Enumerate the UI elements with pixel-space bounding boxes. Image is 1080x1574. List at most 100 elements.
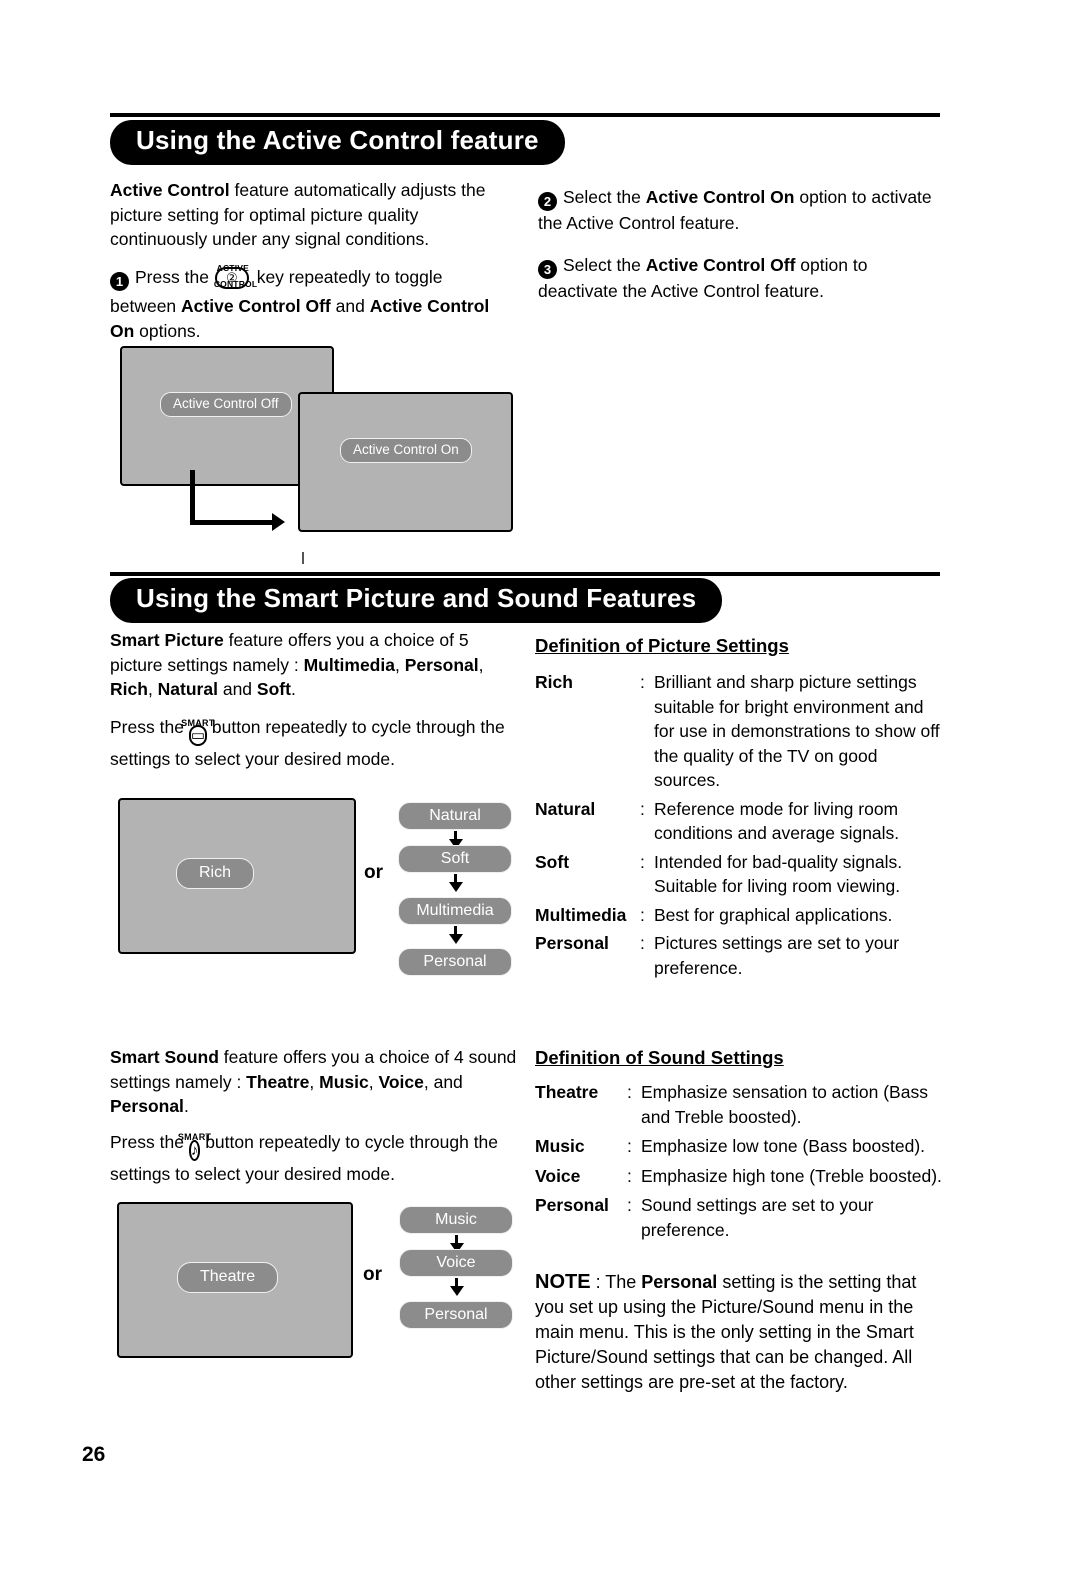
osd-smart-picture-rich: Rich — [176, 858, 255, 889]
sound-chip-arrow-1 — [449, 1235, 464, 1253]
arrow-horizontal — [190, 520, 275, 525]
chip-voice[interactable]: Voice — [399, 1249, 513, 1277]
ss-b1: Theatre — [246, 1071, 310, 1092]
step-1-and: and — [330, 296, 370, 316]
step-1-post: options. — [134, 320, 201, 341]
chip-arrow-3 — [448, 926, 463, 944]
section2-rule — [110, 572, 940, 576]
step-1-bold-off: Active Control Off — [181, 296, 331, 316]
smart-picture-or-label: or — [364, 862, 383, 883]
def-colon: : — [627, 1136, 632, 1156]
ssp-pre: Press the — [110, 1132, 184, 1152]
def-term: Natural — [535, 798, 596, 819]
def-row-theatre: Theatre : Emphasize sensation to action … — [535, 1080, 947, 1129]
flow-arrow-elbow — [190, 470, 300, 540]
tv-screen-smart-picture: Rich — [118, 798, 356, 954]
def-term: Theatre — [535, 1082, 599, 1102]
osd-active-control-off: Active Control Off — [160, 392, 292, 417]
ss-c3: , and — [423, 1071, 463, 1092]
def-colon: : — [640, 672, 645, 692]
chip-soft[interactable]: Soft — [398, 845, 512, 873]
ss-c2: , — [368, 1071, 379, 1092]
def-colon: : — [627, 1195, 632, 1215]
def-term: Voice — [535, 1165, 581, 1186]
sp-b2: Personal — [404, 654, 479, 675]
chip-natural[interactable]: Natural — [398, 802, 512, 830]
sp-end: . — [290, 679, 296, 699]
osd-smart-sound-theatre: Theatre — [177, 1262, 279, 1293]
step-3-number: 3 — [538, 260, 557, 279]
def-row-rich: Rich : Brilliant and sharp picture setti… — [535, 670, 945, 793]
sp-c2: , — [478, 654, 484, 675]
ss-end: . — [183, 1096, 189, 1116]
step-2-bold: Active Control On — [645, 187, 795, 207]
chip-personal[interactable]: Personal — [398, 948, 512, 976]
step-3: 3 Select the Active Control Off option to… — [538, 253, 938, 304]
def-desc: Emphasize high tone (Treble boosted). — [641, 1165, 942, 1186]
smart-sound-intro: Smart Sound feature offers you a choice … — [110, 1045, 520, 1119]
sp-b5: Soft — [256, 679, 291, 699]
def-colon: : — [640, 933, 645, 953]
sp-c3: , — [147, 679, 158, 699]
def-term: Rich — [535, 672, 573, 692]
active-control-key-icon[interactable]: ACTIVE ② CONTROL — [214, 258, 257, 294]
smart-sound-press: Press the SMART ♪ button repeatedly to c… — [110, 1130, 525, 1187]
def-term: Music — [535, 1136, 585, 1156]
smart-sound-or-label: or — [363, 1264, 382, 1285]
def-term: Personal — [535, 1195, 609, 1215]
tv-screen-active-control-on: Active Control On — [298, 392, 513, 532]
section1-title: Using the Active Control feature — [110, 120, 565, 165]
crop-tick — [302, 552, 304, 564]
ss-b4: Personal — [110, 1096, 184, 1116]
def-colon: : — [640, 798, 645, 819]
step-1: 1 Press the ACTIVE ② CONTROL key repeated… — [110, 258, 510, 343]
note-pre: : The — [590, 1272, 642, 1292]
chip-arrow-1 — [448, 831, 463, 849]
arrow-head — [272, 513, 285, 531]
picture-definitions-table: Rich : Brilliant and sharp picture setti… — [535, 670, 945, 980]
smart-sound-key-icon[interactable]: SMART ♪ — [178, 1132, 211, 1162]
def-row-natural: Natural : Reference mode for living room… — [535, 797, 945, 846]
page-number: 26 — [82, 1443, 106, 1466]
key-label-smart: SMART — [181, 718, 215, 728]
def-desc: Emphasize low tone (Bass boosted). — [641, 1136, 926, 1156]
chip-multimedia[interactable]: Multimedia — [398, 897, 512, 925]
def-desc: Sound settings are set to your preferenc… — [641, 1195, 874, 1240]
def-desc: Emphasize sensation to action (Bass and … — [641, 1082, 928, 1127]
chip-arrow-2 — [448, 874, 463, 892]
def-desc: Reference mode for living room condition… — [654, 798, 900, 844]
arrow-vertical — [190, 470, 195, 525]
spp-pre: Press the — [110, 717, 184, 737]
sp-lead: Smart Picture — [110, 630, 224, 650]
osd-active-control-on: Active Control On — [340, 438, 472, 463]
def-colon: : — [627, 1165, 632, 1186]
ss-c1: , — [309, 1071, 320, 1092]
def-colon: : — [640, 904, 645, 925]
smart-picture-key-icon[interactable]: SMART ▭ — [181, 718, 214, 747]
sound-definitions-heading: Definition of Sound Settings — [535, 1047, 784, 1068]
step-1-pre: Press the — [135, 267, 209, 287]
def-desc: Brilliant and sharp picture settings sui… — [654, 672, 940, 790]
def-row-personal: Personal : Pictures settings are set to … — [535, 931, 945, 980]
step-2: 2 Select the Active Control On option to … — [538, 185, 938, 236]
smart-picture-intro: Smart Picture feature offers you a choic… — [110, 628, 515, 702]
sp-c4: and — [217, 679, 257, 699]
note-bold: Personal — [641, 1272, 718, 1292]
sp-b3: Rich — [110, 679, 148, 699]
def-desc: Best for graphical applications. — [654, 904, 893, 925]
def-term: Multimedia — [535, 904, 627, 925]
def-row-personal-sound: Personal : Sound settings are set to you… — [535, 1193, 947, 1242]
def-desc: Pictures settings are set to your prefer… — [654, 933, 900, 978]
note-block: NOTE : The Personal setting is the setti… — [535, 1270, 947, 1395]
chip-personal-sound[interactable]: Personal — [399, 1301, 513, 1329]
sound-definitions-table: Theatre : Emphasize sensation to action … — [535, 1080, 947, 1242]
chip-music[interactable]: Music — [399, 1206, 513, 1234]
section1-intro-lead: Active Control — [110, 180, 230, 200]
ss-lead: Smart Sound — [110, 1047, 219, 1067]
tv-screen-smart-sound: Theatre — [117, 1202, 353, 1358]
manual-page: Using the Active Control feature Active … — [0, 0, 1080, 1574]
sp-b1: Multimedia — [303, 654, 395, 675]
def-term: Personal — [535, 933, 609, 953]
step-3-pre: Select the — [563, 255, 646, 275]
step-3-bold: Active Control Off — [645, 255, 796, 275]
